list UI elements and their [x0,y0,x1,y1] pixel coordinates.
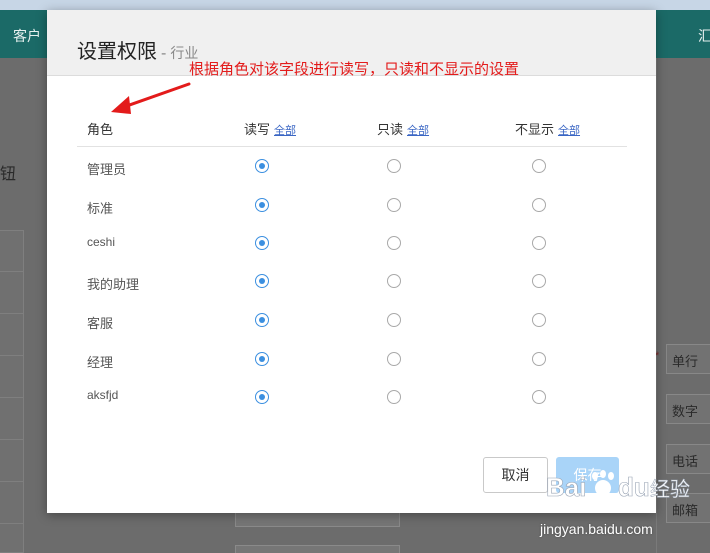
column-label-read-only: 只读 [377,122,404,137]
svg-text:du: du [618,472,650,502]
field-type-single-line[interactable]: 单行 [666,344,710,374]
role-name: aksfjd [87,388,119,402]
bg-input-field [235,513,400,527]
title-separator: - [161,45,167,62]
field-type-number[interactable]: 数字 [666,394,710,424]
radio-read-only[interactable] [387,313,401,327]
radio-hidden[interactable] [532,390,546,404]
bg-button-label: 钮 [0,166,17,183]
bg-left-list [0,230,24,553]
radio-read-write[interactable] [255,313,269,327]
baidu-watermark: Bai du 经验 jingyan.baidu.com [534,466,694,546]
radio-read-write[interactable] [255,390,269,404]
annotation-text: 根据角色对该字段进行读写，只读和不显示的设置 [189,61,520,78]
role-name: 客服 [87,316,114,331]
radio-hidden[interactable] [532,159,546,173]
dialog-title: 设置权限 - 行业 [77,35,198,64]
radio-read-write[interactable] [255,159,269,173]
column-header-hidden: 不显示 全部 [515,119,580,138]
radio-read-only[interactable] [387,352,401,366]
radio-read-write[interactable] [255,236,269,250]
role-name: ceshi [87,235,116,249]
baidu-jingyan-logo: Bai du 经验 [546,470,690,502]
watermark-url: jingyan.baidu.com [540,521,653,537]
select-all-read-write-link[interactable]: 全部 [274,125,296,137]
svg-text:经验: 经验 [650,477,690,501]
permission-dialog: 设置权限 - 行业 根据角色对该字段进行读写，只读和不显示的设置 角色 读写 全部 只… [47,10,656,513]
header-tab-customer[interactable]: 客户 [13,26,41,46]
bg-input-field-2 [235,545,400,553]
radio-read-write[interactable] [255,274,269,288]
role-name: 标准 [87,201,114,216]
radio-read-only[interactable] [387,390,401,404]
header-divider [77,146,627,147]
radio-read-only[interactable] [387,198,401,212]
role-name: 管理员 [87,162,127,177]
radio-read-write[interactable] [255,352,269,366]
radio-hidden[interactable] [532,236,546,250]
radio-hidden[interactable] [532,313,546,327]
column-header-read-only: 只读 全部 [377,119,429,138]
column-header-role: 角色 [87,122,114,137]
role-name: 经理 [87,355,114,370]
column-label-read-write: 读写 [244,122,271,137]
radio-hidden[interactable] [532,352,546,366]
radio-hidden[interactable] [532,274,546,288]
radio-read-write[interactable] [255,198,269,212]
top-strip [0,0,710,10]
column-label-hidden: 不显示 [515,122,555,137]
header-tab-summary[interactable]: 汇 [698,26,710,46]
radio-hidden[interactable] [532,198,546,212]
radio-read-only[interactable] [387,274,401,288]
select-all-hidden-link[interactable]: 全部 [558,125,580,137]
role-name: 我的助理 [87,277,140,292]
select-all-read-only-link[interactable]: 全部 [407,125,429,137]
dialog-title-text: 设置权限 [77,41,157,63]
radio-read-only[interactable] [387,159,401,173]
annotation-arrow-icon [111,82,191,114]
column-header-read-write: 读写 全部 [244,119,296,138]
radio-read-only[interactable] [387,236,401,250]
svg-text:Bai: Bai [546,472,586,502]
